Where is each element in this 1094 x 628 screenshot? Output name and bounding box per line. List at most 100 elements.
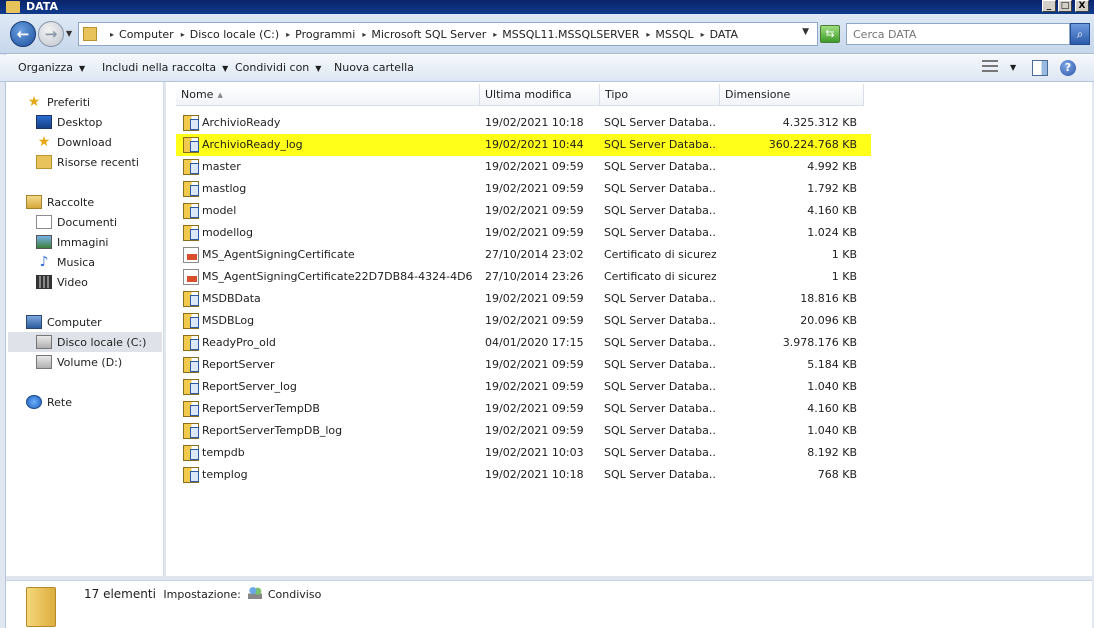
file-name: ReportServer: [202, 358, 275, 371]
nav-item-libraries[interactable]: Raccolte: [26, 192, 94, 212]
file-row[interactable]: templog 19/02/2021 10:18 SQL Server Databa…: [176, 464, 871, 486]
file-row[interactable]: modellog 19/02/2021 09:59 SQL Server Datab…: [176, 222, 871, 244]
file-row[interactable]: ReportServerTempDB_log 19/02/2021 09:59 SQ…: [176, 420, 871, 442]
help-icon[interactable]: ?: [1060, 60, 1076, 76]
forward-button[interactable]: →: [38, 21, 64, 47]
file-name: MSDBData: [202, 292, 261, 305]
libraries-icon: [26, 195, 42, 209]
file-row[interactable]: MSDBData 19/02/2021 09:59 SQL Server Datab…: [176, 288, 871, 310]
chevron-right-icon[interactable]: ▸: [181, 30, 185, 39]
share-with-menu[interactable]: Condividi con ▼: [235, 61, 321, 74]
file-row[interactable]: MS_AgentSigningCertificate22D7DB84-4324-…: [176, 266, 871, 288]
file-type: SQL Server Databa...: [604, 468, 716, 481]
folder-icon: [83, 27, 97, 41]
file-modified: 19/02/2021 10:03: [485, 446, 584, 459]
file-row[interactable]: ReportServer_log 19/02/2021 09:59 SQL Serv…: [176, 376, 871, 398]
file-type: SQL Server Databa...: [604, 292, 716, 305]
organize-menu[interactable]: Organizza ▼: [18, 61, 85, 74]
download-icon: ★: [37, 134, 51, 150]
file-modified: 19/02/2021 09:59: [485, 358, 584, 371]
command-bar: Organizza ▼ Includi nella raccolta ▼ Condi…: [0, 55, 1094, 82]
chevron-right-icon[interactable]: ▸: [362, 30, 366, 39]
close-button[interactable]: X: [1075, 0, 1089, 12]
search-box[interactable]: [846, 23, 1070, 45]
preview-pane-icon[interactable]: [1032, 60, 1048, 76]
search-input[interactable]: [847, 24, 1047, 44]
chevron-down-icon: ▼: [315, 64, 322, 73]
file-size: 4.992 KB: [807, 160, 857, 173]
views-icon[interactable]: [982, 60, 998, 76]
file-modified: 19/02/2021 09:59: [485, 226, 584, 239]
column-header-name[interactable]: Nome ▲: [176, 84, 480, 106]
file-size: 4.160 KB: [807, 402, 857, 415]
breadcrumb-item[interactable]: Programmi ▸: [295, 28, 371, 41]
nav-item-music[interactable]: ♪ Musica: [36, 252, 96, 272]
breadcrumb-item[interactable]: MSSQL ▸: [655, 28, 709, 41]
file-row[interactable]: ReadyPro_old 04/01/2020 17:15 SQL Server D…: [176, 332, 871, 354]
nav-item-desktop[interactable]: Desktop: [36, 112, 102, 132]
item-count: 17 elementi: [84, 587, 156, 601]
search-icon: ⌕: [1076, 27, 1084, 41]
file-name: MS_AgentSigningCertificate: [202, 248, 355, 261]
file-name: ReadyPro_old: [202, 336, 276, 349]
file-type: SQL Server Databa...: [604, 160, 716, 173]
file-modified: 19/02/2021 10:18: [485, 468, 584, 481]
nav-item-download[interactable]: ★ Download: [36, 132, 112, 152]
breadcrumb-item[interactable]: Computer ▸: [119, 28, 190, 41]
breadcrumb-item[interactable]: Disco locale (C:) ▸: [190, 28, 295, 41]
new-folder-button[interactable]: Nuova cartella: [334, 61, 414, 74]
file-row[interactable]: ArchivioReady 19/02/2021 10:18 SQL Server …: [176, 112, 871, 134]
nav-item-computer[interactable]: Computer: [26, 312, 102, 332]
minimize-button[interactable]: _: [1042, 0, 1056, 12]
breadcrumb-item-current[interactable]: DATA: [710, 28, 738, 41]
maximize-button[interactable]: □: [1058, 0, 1072, 12]
chevron-right-icon[interactable]: ▸: [493, 30, 497, 39]
search-button[interactable]: ⌕: [1070, 23, 1090, 45]
column-header-size[interactable]: Dimensione: [720, 84, 864, 106]
nav-item-documents[interactable]: Documenti: [36, 212, 117, 232]
db-icon: [183, 357, 199, 373]
db-icon: [183, 291, 199, 307]
recent-places-icon: [36, 155, 52, 169]
nav-item-drive-d[interactable]: Volume (D:): [36, 352, 122, 372]
file-row[interactable]: ArchivioReady_log 19/02/2021 10:44 SQL Ser…: [176, 134, 871, 156]
file-type: SQL Server Databa...: [604, 182, 716, 195]
chevron-down-icon[interactable]: ▼: [1010, 63, 1016, 72]
back-button[interactable]: ←: [10, 21, 36, 47]
nav-item-favorites[interactable]: ★ Preferiti: [26, 92, 90, 112]
file-row[interactable]: master 19/02/2021 09:59 SQL Server Databa.…: [176, 156, 871, 178]
title-bar[interactable]: DATA _ □ X: [0, 0, 1094, 14]
chevron-right-icon[interactable]: ▸: [110, 30, 114, 39]
breadcrumb-item[interactable]: MSSQL11.MSSQLSERVER ▸: [502, 28, 655, 41]
chevron-right-icon[interactable]: ▸: [646, 30, 650, 39]
chevron-right-icon[interactable]: ▸: [701, 30, 705, 39]
file-modified: 19/02/2021 10:44: [485, 138, 584, 151]
file-row[interactable]: MS_AgentSigningCertificate 27/10/2014 23:…: [176, 244, 871, 266]
file-row[interactable]: ReportServerTempDB 19/02/2021 09:59 SQL Se…: [176, 398, 871, 420]
nav-item-video[interactable]: Video: [36, 272, 88, 292]
column-header-modified[interactable]: Ultima modifica: [480, 84, 600, 106]
refresh-button[interactable]: ⇆: [820, 25, 840, 43]
file-type: SQL Server Databa...: [604, 402, 716, 415]
file-row[interactable]: model 19/02/2021 09:59 SQL Server Databa..…: [176, 200, 871, 222]
file-row[interactable]: ReportServer 19/02/2021 09:59 SQL Server D…: [176, 354, 871, 376]
nav-item-images[interactable]: Immagini: [36, 232, 108, 252]
address-history-dropdown[interactable]: ▼: [802, 27, 809, 37]
file-row[interactable]: tempdb 19/02/2021 10:03 SQL Server Databa.…: [176, 442, 871, 464]
db-icon: [183, 203, 199, 219]
nav-item-drive-c[interactable]: Disco locale (C:): [8, 332, 162, 352]
db-icon: [183, 423, 199, 439]
address-bar[interactable]: ▸ Computer ▸ Disco locale (C:) ▸ Programmi…: [78, 22, 818, 46]
include-in-library-menu[interactable]: Includi nella raccolta ▼: [102, 61, 228, 74]
file-row[interactable]: mastlog 19/02/2021 09:59 SQL Server Databa…: [176, 178, 871, 200]
recent-pages-dropdown[interactable]: ▼: [66, 29, 72, 38]
chevron-right-icon[interactable]: ▸: [286, 30, 290, 39]
file-row[interactable]: MSDBLog 19/02/2021 09:59 SQL Server Databa…: [176, 310, 871, 332]
nav-item-network[interactable]: Rete: [26, 392, 72, 412]
file-size: 4.160 KB: [807, 204, 857, 217]
breadcrumb-item[interactable]: Microsoft SQL Server ▸: [371, 28, 502, 41]
column-header-type[interactable]: Tipo: [600, 84, 720, 106]
nav-item-recent[interactable]: Risorse recenti: [36, 152, 139, 172]
shared-users-icon: [248, 587, 263, 599]
breadcrumb-item-root[interactable]: ▸: [103, 30, 119, 39]
